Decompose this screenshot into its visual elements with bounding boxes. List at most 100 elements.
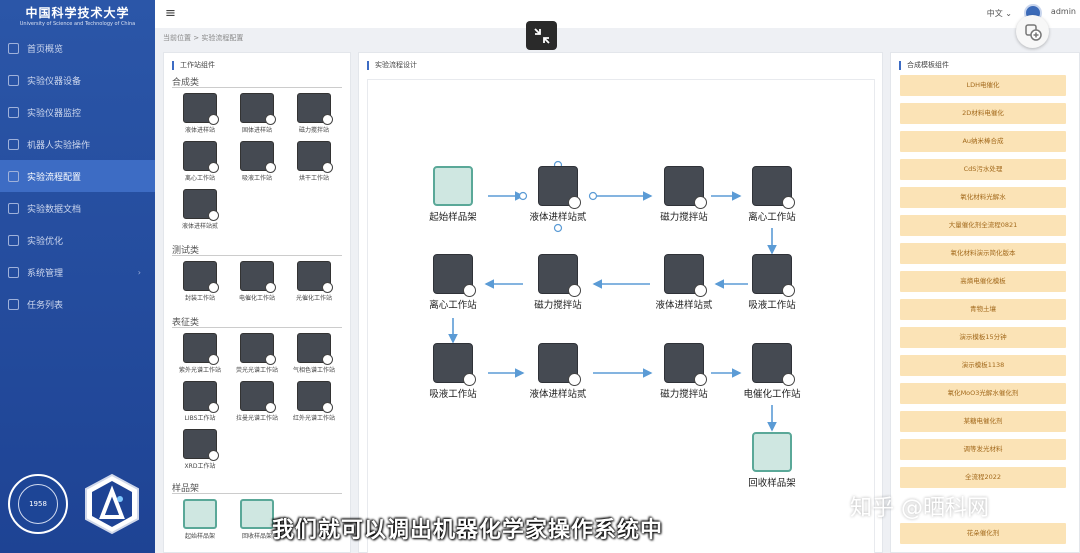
- template-item[interactable]: 花朵催化剂: [900, 523, 1066, 544]
- flow-node-liquid-injection[interactable]: 液体进样站贰: [644, 254, 724, 311]
- pipette-icon: [240, 141, 276, 173]
- component-panel-title: 工作站组件: [172, 61, 215, 70]
- sidebar-item-label: 实验优化: [27, 236, 64, 247]
- component-infrared[interactable]: 红外光谱工作站: [288, 381, 340, 422]
- template-item[interactable]: 氧化MoO3光解水催化剂: [900, 383, 1066, 404]
- template-item[interactable]: 青物土壤: [900, 299, 1066, 320]
- pipette-icon: [752, 254, 795, 297]
- flow-node-electrocatalysis[interactable]: 电催化工作站: [732, 343, 812, 400]
- seal-icon: [183, 261, 219, 293]
- sample-rack-icon: [183, 499, 217, 529]
- component-solid-injection[interactable]: 固体进样站: [231, 93, 283, 134]
- uv-spectrum-icon: [183, 333, 219, 365]
- flow-node-liquid-injection[interactable]: 液体进样站贰: [518, 343, 598, 400]
- hamburger-icon[interactable]: ≡: [165, 6, 176, 21]
- sidebar-item-home[interactable]: 首页概览: [0, 32, 155, 64]
- sidebar-item-label: 实验数据文档: [27, 204, 82, 215]
- fluorescence-icon: [240, 333, 276, 365]
- libs-icon: [183, 381, 219, 413]
- template-item[interactable]: 全流程2022: [900, 467, 1066, 488]
- template-item[interactable]: 某糖电催化剂: [900, 411, 1066, 432]
- stirrer-icon: [664, 166, 707, 209]
- workflow-design-panel: 实验流程设计 起始样品架 液体进样站贰 磁力搅拌站 离心工作站 离心工作站 磁力…: [358, 52, 883, 553]
- breadcrumb: 当前位置 > 实验流程配置: [163, 34, 244, 42]
- sidebar-item-data-docs[interactable]: 实验数据文档: [0, 192, 155, 224]
- liquid-injection-icon: [538, 343, 581, 386]
- sidebar-item-equipment[interactable]: 实验仪器设备: [0, 64, 155, 96]
- connection-anchor: [553, 223, 563, 233]
- sidebar-item-label: 系统管理: [27, 268, 64, 279]
- sample-rack-icon: [752, 432, 792, 472]
- chevron-right-icon: ›: [137, 267, 141, 277]
- liquid-injection-icon: [183, 93, 219, 125]
- robot-icon: [8, 138, 19, 150]
- sidebar-item-workflow-config[interactable]: 实验流程配置: [0, 160, 155, 192]
- template-item[interactable]: Au纳米棒合成: [900, 131, 1066, 152]
- component-dryer[interactable]: 烘干工作站: [288, 141, 340, 182]
- template-item[interactable]: 氧化材料光解水: [900, 187, 1066, 208]
- xrd-icon: [183, 429, 219, 461]
- gas-chromatography-icon: [297, 333, 333, 365]
- sidebar-item-monitor[interactable]: 实验仪器监控: [0, 96, 155, 128]
- component-panel: 工作站组件 合成类 液体进样站 固体进样站 磁力搅拌站 离心工作站 吸液工作站 …: [163, 52, 351, 553]
- component-fluorescence[interactable]: 荧光光谱工作站: [231, 333, 283, 374]
- flow-node-magnetic-stir[interactable]: 磁力搅拌站: [644, 343, 724, 400]
- sidebar-item-optimize[interactable]: 实验优化: [0, 224, 155, 256]
- language-select[interactable]: 中文 ⌄: [987, 8, 1012, 19]
- component-uv[interactable]: 紫外光谱工作站: [174, 333, 226, 374]
- stirrer-icon: [664, 343, 707, 386]
- flow-node-centrifuge[interactable]: 离心工作站: [732, 166, 812, 223]
- component-pipette[interactable]: 吸液工作站: [231, 141, 283, 182]
- liquid-injection-icon: [664, 254, 707, 297]
- exit-fullscreen-icon[interactable]: [526, 21, 557, 50]
- dryer-icon: [297, 141, 333, 173]
- sample-rack-icon: [240, 499, 274, 529]
- flow-node-magnetic-stir[interactable]: 磁力搅拌站: [518, 254, 598, 311]
- component-libs[interactable]: LIBS工作站: [174, 381, 226, 422]
- flow-node-start-rack[interactable]: 起始样品架: [413, 166, 493, 223]
- solid-injection-icon: [240, 93, 276, 125]
- sample-rack-icon: [433, 166, 473, 206]
- template-item[interactable]: 大量催化剂全流程0821: [900, 215, 1066, 236]
- flow-node-recover-rack[interactable]: 回收样品架: [732, 432, 812, 489]
- gear-icon: [8, 170, 19, 182]
- template-item[interactable]: 2D材料电催化: [900, 103, 1066, 124]
- liquid-injection-icon: [183, 189, 219, 221]
- university-name-cn: 中国科学技术大学: [25, 6, 130, 20]
- sidebar-item-robot[interactable]: 机器人实验操作: [0, 128, 155, 160]
- flow-node-pipette[interactable]: 吸液工作站: [413, 343, 493, 400]
- template-item[interactable]: 演示模板1138: [900, 355, 1066, 376]
- component-centrifuge[interactable]: 离心工作站: [174, 141, 226, 182]
- flow-node-pipette[interactable]: 吸液工作站: [732, 254, 812, 311]
- component-electrocatalysis[interactable]: 电催化工作站: [231, 261, 283, 302]
- emblem-year: 1958: [18, 484, 58, 524]
- component-liquid-injection[interactable]: 液体进样站: [174, 93, 226, 134]
- university-logo: 中国科学技术大学 University of Science and Techn…: [0, 0, 155, 28]
- flow-node-liquid-injection[interactable]: 液体进样站贰: [518, 166, 598, 223]
- component-liquid-injection-2[interactable]: 液体进样站贰: [174, 189, 226, 230]
- template-item[interactable]: 高熵电催化模板: [900, 271, 1066, 292]
- floating-add-icon[interactable]: [1016, 15, 1049, 48]
- username[interactable]: admin: [1051, 7, 1076, 16]
- component-gc[interactable]: 气相色谱工作站: [288, 333, 340, 374]
- template-item[interactable]: 调等发光材料: [900, 439, 1066, 460]
- sidebar-item-system[interactable]: 系统管理 ›: [0, 256, 155, 288]
- liquid-injection-icon: [538, 166, 581, 209]
- component-start-rack[interactable]: 起始样品架: [174, 499, 226, 540]
- divider: [172, 87, 342, 88]
- sidebar-item-tasks[interactable]: 任务列表: [0, 288, 155, 320]
- template-item[interactable]: 演示模板15分钟: [900, 327, 1066, 348]
- workflow-canvas[interactable]: 起始样品架 液体进样站贰 磁力搅拌站 离心工作站 离心工作站 磁力搅拌站 液体进…: [367, 79, 875, 553]
- flow-node-magnetic-stir[interactable]: 磁力搅拌站: [644, 166, 724, 223]
- sidebar-item-label: 首页概览: [27, 44, 64, 55]
- component-seal[interactable]: 封装工作站: [174, 261, 226, 302]
- template-item[interactable]: LDH电催化: [900, 75, 1066, 96]
- template-item[interactable]: 氧化材料演示简化版本: [900, 243, 1066, 264]
- flow-node-centrifuge[interactable]: 离心工作站: [413, 254, 493, 311]
- component-magnetic-stir[interactable]: 磁力搅拌站: [288, 93, 340, 134]
- infrared-icon: [297, 381, 333, 413]
- component-photocatalysis[interactable]: 光催化工作站: [288, 261, 340, 302]
- component-xrd[interactable]: XRD工作站: [174, 429, 226, 470]
- component-raman[interactable]: 拉曼光谱工作站: [231, 381, 283, 422]
- template-item[interactable]: CdS污水处理: [900, 159, 1066, 180]
